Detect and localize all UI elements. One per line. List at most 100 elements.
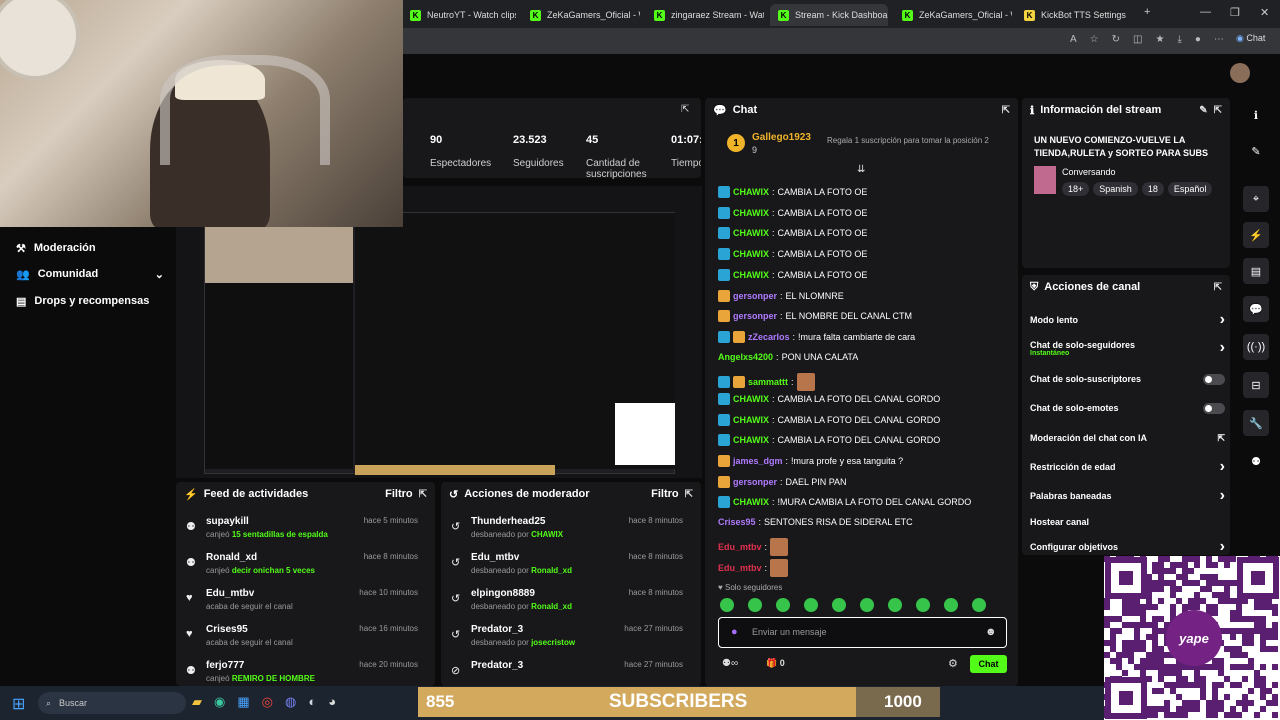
edit-pencil-icon[interactable]: ✎ — [1199, 105, 1207, 116]
chat-username[interactable]: Edu_mtbv — [718, 542, 762, 552]
chat-username[interactable]: CHAWIX — [733, 270, 769, 280]
chat-username[interactable]: sammattt — [748, 377, 788, 387]
target-icon[interactable]: ⌖ — [1243, 186, 1269, 212]
edit-pencil-icon[interactable]: ✎ — [1243, 138, 1269, 164]
community-icon[interactable]: ⚉ — [1243, 448, 1269, 474]
emote-icon[interactable] — [916, 598, 930, 612]
bolt-icon[interactable]: ⚡ — [1243, 222, 1269, 248]
chat-username[interactable]: CHAWIX — [733, 208, 769, 218]
windows-start-icon[interactable]: ⊞ — [12, 694, 25, 714]
emoji-icon[interactable]: ☻ — [985, 626, 997, 638]
obs-icon[interactable]: ◕ — [328, 694, 336, 710]
browser-tab[interactable]: K ZeKaGamers_Oficial - W — [522, 4, 640, 26]
chat-username[interactable]: CHAWIX — [733, 228, 769, 238]
wrench-icon[interactable]: 🔧 — [1243, 410, 1269, 436]
microphone-icon[interactable]: ● — [731, 626, 738, 638]
browser-tab[interactable]: K NeutroYT - Watch clips — [402, 4, 516, 26]
close-window-icon[interactable]: ✕ — [1260, 6, 1269, 19]
channel-action-item[interactable]: Hostear canal — [1030, 512, 1225, 532]
popout-icon[interactable]: ⇱ — [685, 489, 693, 500]
edge-icon[interactable]: ◉ — [214, 694, 225, 710]
favorite-star-icon[interactable]: ☆ — [1090, 34, 1099, 45]
chat-username[interactable]: Crises95 — [718, 517, 756, 527]
chat-username[interactable]: Edu_mtbv — [718, 563, 762, 573]
chat-username[interactable]: CHAWIX — [733, 249, 769, 259]
channel-action-item[interactable]: Configurar objetivos › — [1030, 537, 1225, 557]
profile-icon[interactable]: ● — [1195, 34, 1201, 45]
channel-action-item[interactable]: Moderación del chat con IA ⇱ — [1030, 428, 1225, 448]
file-explorer-icon[interactable]: ▰ — [192, 694, 202, 710]
activity-filter-button[interactable]: Filtro — [385, 488, 413, 500]
broadcast-icon[interactable]: ((·)) — [1243, 334, 1269, 360]
toggle-switch[interactable] — [1203, 373, 1225, 385]
document-icon[interactable]: ▤ — [1243, 258, 1269, 284]
chat-username[interactable]: zZecarlos — [748, 332, 790, 342]
sidebar-item-moderation[interactable]: ⚒ Moderación — [16, 235, 96, 261]
info-icon[interactable]: ℹ — [1243, 102, 1269, 128]
channel-action-item[interactable]: Chat de solo-seguidores Instantáneo › — [1030, 338, 1225, 358]
browser-tab[interactable]: K ZeKaGamers_Oficial - W — [894, 4, 1012, 26]
store-icon[interactable]: ▦ — [237, 694, 249, 710]
popout-icon[interactable]: ⇱ — [1214, 105, 1222, 116]
emote-icon[interactable] — [832, 598, 846, 612]
minimize-icon[interactable]: — — [1200, 6, 1211, 18]
infinity-icon[interactable]: ⚉∞ — [722, 658, 738, 669]
chat-username[interactable]: Angelxs4200 — [718, 352, 773, 362]
taskbar-search[interactable]: ⌕ Buscar — [38, 692, 186, 714]
browser-tab-active[interactable]: K Stream - Kick Dashboar — [770, 4, 888, 26]
stream-preview[interactable] — [176, 186, 702, 478]
chat-username[interactable]: CHAWIX — [733, 394, 769, 404]
maximize-icon[interactable]: ❐ — [1230, 6, 1240, 19]
popout-icon[interactable]: ⇱ — [1214, 282, 1222, 293]
emote-icon[interactable] — [720, 598, 734, 612]
channel-action-item[interactable]: Chat de solo-suscriptores — [1030, 369, 1225, 389]
split-screen-icon[interactable]: ◫ — [1133, 34, 1142, 45]
stream-tag[interactable]: 18 — [1141, 182, 1164, 196]
stream-tag[interactable]: 18+ — [1062, 182, 1090, 196]
chat-username[interactable]: gersonper — [733, 311, 777, 321]
channel-action-item[interactable]: Restricción de edad › — [1030, 457, 1225, 477]
channel-points[interactable]: 🎁 0 — [766, 658, 785, 669]
channel-action-item[interactable]: Modo lento › — [1030, 310, 1225, 330]
gift-sub-prompt[interactable]: Regala 1 suscripción para tomar la posic… — [827, 136, 1002, 146]
layout-icon[interactable]: ⊟ — [1243, 372, 1269, 398]
read-aloud-icon[interactable]: A — [1070, 34, 1077, 45]
chrome-icon[interactable]: ◎ — [262, 694, 273, 710]
emote-icon[interactable] — [972, 598, 986, 612]
expand-icon[interactable]: ⇊ — [857, 164, 865, 175]
popout-icon[interactable]: ⇱ — [419, 489, 427, 500]
steam-icon[interactable]: ◐ — [308, 694, 316, 710]
mod-filter-button[interactable]: Filtro — [651, 488, 679, 500]
category-name[interactable]: Conversando — [1062, 167, 1116, 177]
stream-tag[interactable]: Español — [1167, 182, 1213, 196]
chat-username[interactable]: CHAWIX — [733, 435, 769, 445]
more-icon[interactable]: ⋯ — [1214, 34, 1224, 45]
channel-action-item[interactable]: Chat de solo-emotes — [1030, 398, 1225, 418]
new-tab-button[interactable]: + — [1144, 6, 1150, 18]
emote-icon[interactable] — [804, 598, 818, 612]
emote-icon[interactable] — [944, 598, 958, 612]
avatar[interactable] — [1230, 63, 1250, 83]
copilot-chat-button[interactable]: ◉ Chat — [1236, 33, 1265, 44]
stream-tag[interactable]: Spanish — [1093, 182, 1138, 196]
chat-username[interactable]: CHAWIX — [733, 415, 769, 425]
popout-icon[interactable]: ⇱ — [681, 104, 689, 115]
sidebar-item-community[interactable]: 👥 Comunidad ⌄ — [16, 261, 164, 287]
browser-tab[interactable]: Kzingaraez Stream - Watc — [646, 4, 764, 26]
channel-action-item[interactable]: Palabras baneadas › — [1030, 486, 1225, 506]
browser-tab[interactable]: KKickBot TTS Settings✕ — [1016, 4, 1134, 26]
chat-input[interactable]: ● Enviar un mensaje ☻ — [718, 617, 1007, 648]
popout-icon[interactable]: ⇱ — [1002, 105, 1010, 116]
send-chat-button[interactable]: Chat — [970, 655, 1007, 673]
emote-icon[interactable] — [776, 598, 790, 612]
refresh-icon[interactable]: ↻ — [1112, 34, 1120, 45]
favorites-icon[interactable]: ★ — [1155, 34, 1164, 45]
discord-icon[interactable]: ◍ — [285, 694, 296, 710]
chat-username[interactable]: gersonper — [733, 291, 777, 301]
chat-username[interactable]: CHAWIX — [733, 187, 769, 197]
emote-icon[interactable] — [888, 598, 902, 612]
chat-username[interactable]: gersonper — [733, 477, 777, 487]
top-gifter-name[interactable]: Gallego1923 — [752, 132, 811, 143]
emote-icon[interactable] — [860, 598, 874, 612]
sidebar-item-drops[interactable]: ▤ Drops y recompensas — [16, 288, 149, 314]
